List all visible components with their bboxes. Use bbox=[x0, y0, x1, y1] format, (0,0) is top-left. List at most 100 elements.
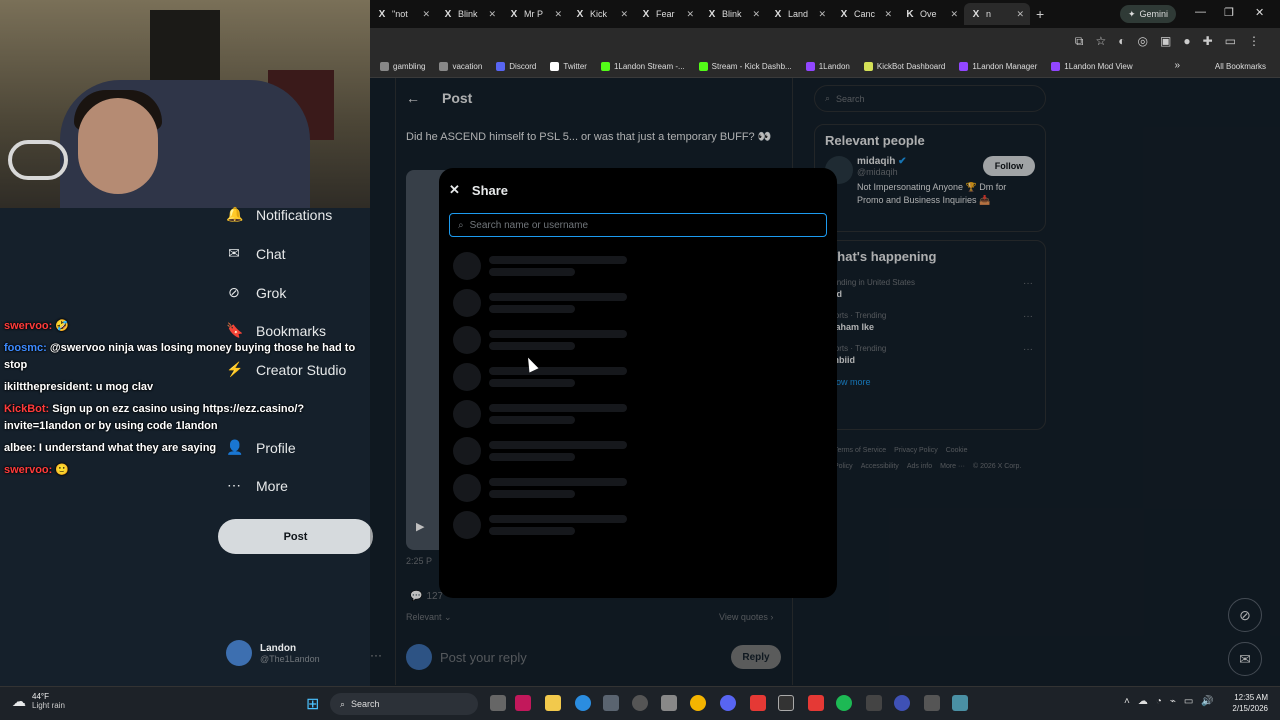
close-tab-icon[interactable]: ✕ bbox=[620, 9, 628, 20]
usb-icon[interactable]: ⌁ bbox=[1170, 696, 1176, 707]
app-icon[interactable] bbox=[778, 695, 794, 711]
store-icon[interactable] bbox=[603, 695, 619, 711]
tab-favicon-icon: X bbox=[378, 8, 386, 20]
close-tab-icon[interactable]: ✕ bbox=[752, 9, 760, 20]
app-icon[interactable] bbox=[515, 695, 531, 711]
close-tab-icon[interactable]: ✕ bbox=[422, 9, 430, 20]
close-tab-icon[interactable]: ✕ bbox=[818, 9, 826, 20]
weather-widget[interactable]: ☁ 44°F Light rain bbox=[12, 692, 65, 710]
extension-icon[interactable]: ◎ bbox=[1138, 34, 1148, 49]
close-tab-icon[interactable]: ✕ bbox=[554, 9, 562, 20]
share-header: ✕ Share bbox=[449, 182, 508, 198]
settings-icon[interactable] bbox=[661, 695, 677, 711]
close-tab-icon[interactable]: ✕ bbox=[488, 9, 496, 20]
nav-item-notifications[interactable]: 🔔 Notifications bbox=[226, 206, 332, 223]
volume-icon[interactable]: 🔊 bbox=[1201, 696, 1213, 707]
star-icon[interactable]: ☆ bbox=[1096, 34, 1107, 49]
all-bookmarks-link[interactable]: All Bookmarks bbox=[1215, 62, 1266, 71]
bookmark-item[interactable]: 1Landon Manager bbox=[959, 62, 1037, 71]
close-tab-icon[interactable]: ✕ bbox=[950, 9, 958, 20]
browser-tab[interactable]: X Fear ✕ bbox=[634, 3, 700, 25]
browser-tab[interactable]: X Blink ✕ bbox=[700, 3, 766, 25]
chrome-icon[interactable] bbox=[690, 695, 706, 711]
app-icon[interactable] bbox=[808, 695, 824, 711]
bookmark-label: gambling bbox=[393, 62, 426, 71]
address-bar[interactable]: ⧉ ☆ ◐ ◎ ▣ ● ✚ ▭ ⋮ bbox=[370, 28, 1280, 56]
bookmark-item[interactable]: Twitter bbox=[550, 62, 587, 71]
chat-username[interactable]: swervoo: bbox=[4, 464, 52, 476]
minimize-icon[interactable]: — bbox=[1195, 6, 1206, 18]
chat-text: u mog clav bbox=[95, 381, 154, 393]
bookmarks-more-icon[interactable]: » bbox=[1174, 60, 1180, 71]
nav-item-grok[interactable]: ⊘ Grok bbox=[226, 284, 286, 301]
bookmark-item[interactable]: KickBot Dashboard bbox=[863, 62, 945, 71]
sidepanel-icon[interactable]: ▭ bbox=[1225, 34, 1236, 49]
windows-start-icon[interactable]: ⊞ bbox=[306, 694, 319, 714]
twitch-extension-icon[interactable]: ▣ bbox=[1160, 34, 1171, 49]
account-switcher[interactable]: Landon @The1Landon bbox=[226, 640, 320, 666]
calculator-icon[interactable] bbox=[952, 695, 968, 711]
skeleton-line bbox=[489, 416, 575, 424]
extension-icon[interactable]: ● bbox=[1183, 34, 1190, 49]
chat-username[interactable]: swervoo: bbox=[4, 320, 52, 332]
spotify-icon[interactable] bbox=[836, 695, 852, 711]
bookmark-item[interactable]: 1Landon Stream -... bbox=[600, 62, 685, 71]
skeleton-avatar bbox=[453, 363, 481, 391]
browser-tab[interactable]: X Mr P ✕ bbox=[502, 3, 568, 25]
close-tab-icon[interactable]: ✕ bbox=[686, 9, 694, 20]
close-window-icon[interactable]: ✕ bbox=[1255, 6, 1264, 19]
webcam-overlay bbox=[0, 0, 370, 208]
browser-tab[interactable]: X Canc ✕ bbox=[832, 3, 898, 25]
taskbar-search[interactable]: ⌕ Search bbox=[330, 693, 478, 715]
puzzle-icon[interactable]: ✚ bbox=[1203, 34, 1213, 49]
browser-tab[interactable]: X "not ✕ bbox=[370, 3, 436, 25]
menu-icon[interactable]: ⋮ bbox=[1248, 34, 1260, 49]
edge-icon[interactable] bbox=[575, 695, 591, 711]
share-search-input[interactable]: ⌕ Search name or username bbox=[449, 213, 827, 237]
chat-message: ikiltthepresident: u mog clav bbox=[4, 379, 370, 396]
browser-tab[interactable]: K Ove ✕ bbox=[898, 3, 964, 25]
app-icon[interactable] bbox=[632, 695, 648, 711]
extension-icon[interactable]: ◐ bbox=[1118, 34, 1125, 49]
clock[interactable]: 12:35 AM 2/15/2026 bbox=[1216, 692, 1268, 714]
bookmark-item[interactable]: 1Landon Mod View bbox=[1051, 62, 1133, 71]
close-tab-icon[interactable]: ✕ bbox=[1016, 9, 1024, 20]
wifi-icon[interactable]: ◔ bbox=[1156, 696, 1162, 707]
maximize-icon[interactable]: ❐ bbox=[1224, 6, 1234, 19]
cloud-icon[interactable]: ☁ bbox=[1138, 696, 1148, 707]
install-icon[interactable]: ⧉ bbox=[1075, 34, 1084, 49]
app-icon[interactable] bbox=[866, 695, 882, 711]
chevron-up-icon[interactable]: ˄ bbox=[1124, 696, 1130, 707]
browser-tab[interactable]: Xn ✕ bbox=[964, 3, 1030, 25]
discord-icon[interactable] bbox=[720, 695, 736, 711]
network-icon[interactable]: ▭ bbox=[1184, 696, 1193, 707]
post-button[interactable]: Post bbox=[218, 519, 373, 554]
chat-message: KickBot: Sign up on ezz casino using htt… bbox=[4, 401, 370, 435]
close-icon[interactable]: ✕ bbox=[449, 182, 460, 198]
skeleton-line bbox=[489, 490, 575, 498]
browser-tab[interactable]: X Blink ✕ bbox=[436, 3, 502, 25]
browser-tab[interactable]: X Land ✕ bbox=[766, 3, 832, 25]
bookmark-item[interactable]: Stream - Kick Dashb... bbox=[698, 62, 792, 71]
app-icon[interactable] bbox=[894, 695, 910, 711]
browser-tab[interactable]: X Kick ✕ bbox=[568, 3, 634, 25]
chat-username[interactable]: KickBot: bbox=[4, 403, 49, 415]
chat-username[interactable]: foosmc: bbox=[4, 342, 47, 354]
app-icon[interactable] bbox=[750, 695, 766, 711]
app-icon[interactable] bbox=[924, 695, 940, 711]
bookmark-item[interactable]: Discord bbox=[496, 62, 536, 71]
file-explorer-icon[interactable] bbox=[545, 695, 561, 711]
new-tab-button[interactable]: + bbox=[1036, 6, 1044, 22]
chat-username[interactable]: albee: bbox=[4, 442, 36, 454]
gemini-button[interactable]: ✦ Gemini bbox=[1120, 5, 1177, 23]
close-tab-icon[interactable]: ✕ bbox=[884, 9, 892, 20]
task-view-icon[interactable] bbox=[490, 695, 506, 711]
chat-username[interactable]: ikiltthepresident: bbox=[4, 381, 93, 393]
bookmark-item[interactable]: 1Landon bbox=[805, 62, 850, 71]
share-search-placeholder: Search name or username bbox=[469, 219, 589, 231]
bookmark-item[interactable]: vacation bbox=[439, 62, 482, 71]
nav-item-chat[interactable]: ✉ Chat bbox=[226, 245, 285, 262]
bookmark-item[interactable]: gambling bbox=[380, 62, 425, 71]
tab-title: "not bbox=[392, 9, 408, 19]
skeleton-line bbox=[489, 268, 575, 276]
